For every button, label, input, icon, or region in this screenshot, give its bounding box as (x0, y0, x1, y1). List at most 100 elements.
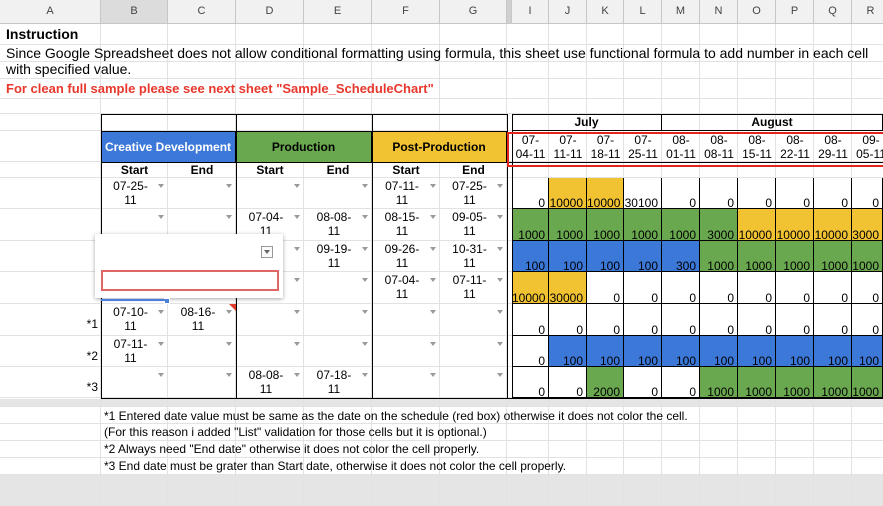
dropdown-arrow-icon[interactable] (158, 184, 164, 188)
schedule-cell: 2000 (587, 367, 624, 399)
table-border (101, 131, 507, 132)
dropdown-arrow-icon[interactable] (294, 310, 300, 314)
schedule-cell: 0 (662, 272, 700, 305)
phase-header-2: Post-Production (372, 131, 507, 162)
dropdown-arrow-icon[interactable] (226, 184, 232, 188)
column-header-c[interactable]: C (168, 0, 236, 24)
date-cell[interactable]: 08-16- 11 (168, 305, 228, 333)
dropdown-arrow-icon[interactable] (158, 342, 164, 346)
column-header-n[interactable]: N (700, 0, 738, 24)
date-cell[interactable]: 10-31- 11 (440, 242, 499, 270)
date-cell[interactable]: 07-18- 11 (304, 368, 364, 396)
schedule-cell: 100 (662, 336, 700, 368)
schedule-cell: 100 (512, 241, 549, 273)
column-header-i[interactable]: I (512, 0, 549, 24)
dropdown-arrow-icon[interactable] (430, 215, 436, 219)
schedule-cell: 100 (587, 241, 624, 273)
dropdown-arrow-icon[interactable] (497, 310, 503, 314)
schedule-cell: 0 (738, 304, 776, 337)
dropdown-arrow-icon[interactable] (294, 215, 300, 219)
date-cell[interactable]: 07-11- 11 (440, 273, 499, 301)
dropdown-arrow-icon[interactable] (158, 310, 164, 314)
dropdown-arrow-icon[interactable] (430, 342, 436, 346)
dropdown-arrow-icon[interactable] (294, 247, 300, 251)
subheader-end: End (462, 163, 485, 177)
column-header-g[interactable]: G (440, 0, 507, 24)
date-cell[interactable]: 07-25- 11 (440, 179, 499, 207)
table-border (101, 114, 507, 115)
date-cell[interactable]: 07-11- 11 (101, 337, 160, 365)
dropdown-arrow-icon[interactable] (226, 215, 232, 219)
column-header-r[interactable]: R (852, 0, 883, 24)
cell-editor-popup[interactable] (95, 234, 283, 298)
dropdown-arrow-icon[interactable] (362, 342, 368, 346)
date-cell[interactable]: 08-15- 11 (372, 210, 432, 238)
note-1: *1 Entered date value must be same as th… (104, 409, 688, 423)
table-border (372, 114, 373, 398)
schedule-cell: 10000 (512, 272, 549, 305)
schedule-cell: 0 (549, 304, 587, 337)
date-cell[interactable]: 09-26- 11 (372, 242, 432, 270)
column-header-e[interactable]: E (304, 0, 372, 24)
column-header-q[interactable]: Q (814, 0, 852, 24)
cell-edit-input[interactable] (101, 270, 279, 291)
dropdown-arrow-icon[interactable] (497, 278, 503, 282)
dropdown-arrow-icon[interactable] (362, 215, 368, 219)
date-cell[interactable]: 09-19- 11 (304, 242, 364, 270)
schedule-cell: 1000 (738, 367, 776, 399)
dropdown-arrow-icon[interactable] (294, 184, 300, 188)
date-cell[interactable]: 08-08- 11 (236, 368, 296, 396)
dropdown-arrow-icon[interactable] (430, 373, 436, 377)
dropdown-arrow-icon[interactable] (226, 373, 232, 377)
dropdown-arrow-icon[interactable] (294, 342, 300, 346)
schedule-cell: 0 (662, 367, 700, 399)
date-cell[interactable]: 07-25- 11 (101, 179, 160, 207)
dropdown-arrow-icon[interactable] (362, 278, 368, 282)
dropdown-arrow-icon[interactable] (226, 342, 232, 346)
column-header-l[interactable]: L (624, 0, 662, 24)
dropdown-arrow-icon[interactable] (158, 215, 164, 219)
column-header-m[interactable]: M (662, 0, 700, 24)
schedule-cell: 1000 (852, 241, 883, 273)
date-cell[interactable]: 09-05- 11 (440, 210, 499, 238)
instruction-line-2: with specified value. (6, 61, 132, 77)
schedule-cell: 0 (776, 272, 814, 305)
date-cell[interactable]: 07-10- 11 (101, 305, 160, 333)
date-cell[interactable]: 08-08- 11 (304, 210, 364, 238)
schedule-cell: 0 (624, 304, 662, 337)
date-cell[interactable]: 07-04- 11 (372, 273, 432, 301)
dropdown-arrow-icon[interactable] (362, 184, 368, 188)
dropdown-arrow-icon[interactable] (294, 373, 300, 377)
row-gridline (0, 440, 883, 441)
schedule-cell: 100 (852, 336, 883, 368)
column-header-b[interactable]: B (101, 0, 168, 24)
column-header-p[interactable]: P (776, 0, 814, 24)
dropdown-toggle-icon[interactable] (261, 246, 273, 258)
date-cell[interactable]: 07-11- 11 (372, 179, 432, 207)
instruction-title: Instruction (6, 26, 79, 42)
stripe-band (0, 475, 883, 506)
dropdown-arrow-icon[interactable] (497, 373, 503, 377)
dropdown-arrow-icon[interactable] (497, 342, 503, 346)
dropdown-arrow-icon[interactable] (362, 310, 368, 314)
column-header-a[interactable]: A (0, 0, 101, 24)
dropdown-arrow-icon[interactable] (294, 278, 300, 282)
subheader-start: Start (392, 163, 420, 177)
dropdown-arrow-icon[interactable] (497, 247, 503, 251)
schedule-cell: 0 (549, 367, 587, 399)
dropdown-arrow-icon[interactable] (430, 247, 436, 251)
column-header-k[interactable]: K (587, 0, 624, 24)
column-header-d[interactable]: D (236, 0, 304, 24)
dropdown-arrow-icon[interactable] (430, 310, 436, 314)
dropdown-arrow-icon[interactable] (497, 215, 503, 219)
column-header-f[interactable]: F (372, 0, 440, 24)
dropdown-arrow-icon[interactable] (158, 373, 164, 377)
column-header-j[interactable]: J (549, 0, 587, 24)
dropdown-arrow-icon[interactable] (430, 278, 436, 282)
column-header-o[interactable]: O (738, 0, 776, 24)
dropdown-arrow-icon[interactable] (362, 247, 368, 251)
dropdown-arrow-icon[interactable] (430, 184, 436, 188)
row-gridline (0, 423, 883, 424)
dropdown-arrow-icon[interactable] (497, 184, 503, 188)
dropdown-arrow-icon[interactable] (362, 373, 368, 377)
